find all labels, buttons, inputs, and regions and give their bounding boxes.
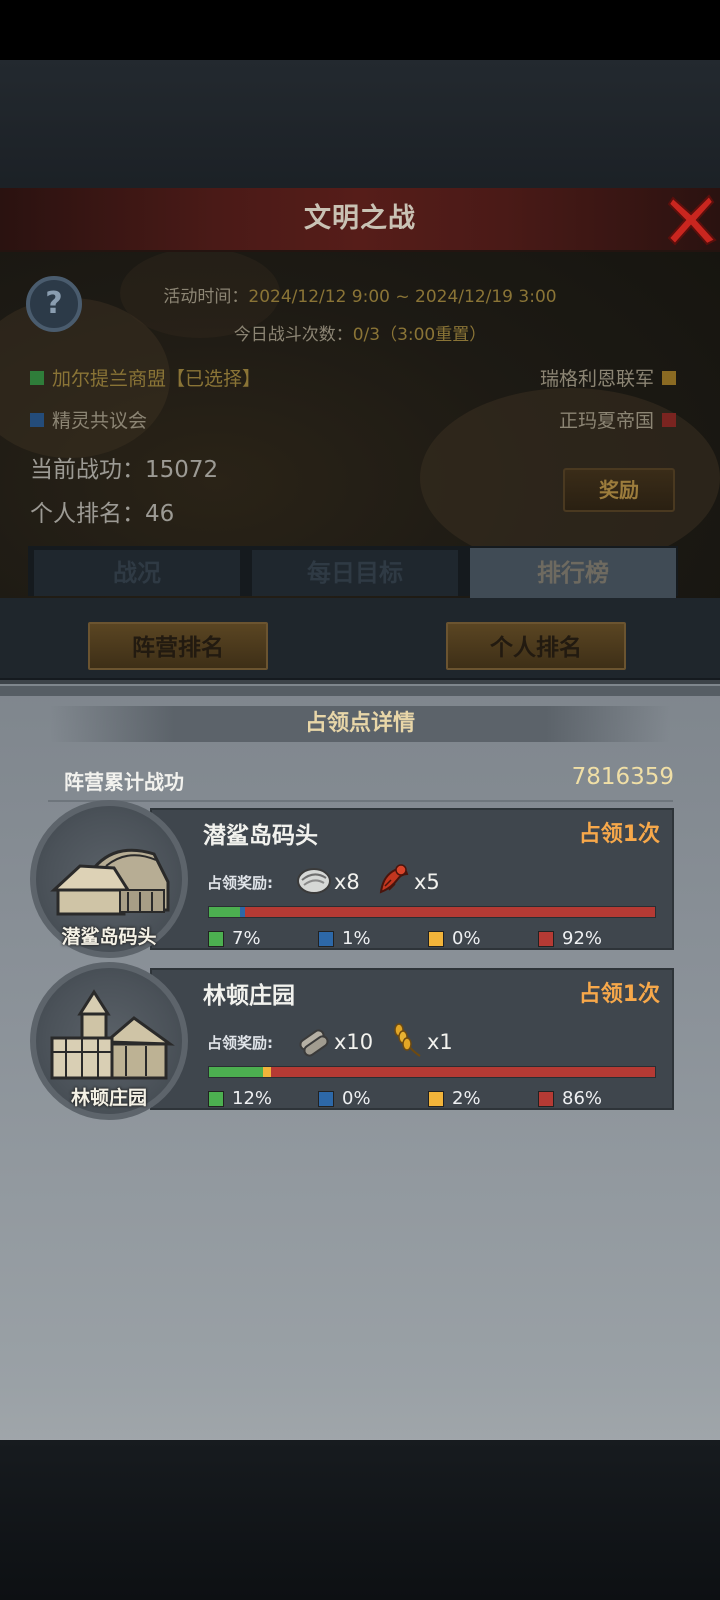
occupation-share-bar: [208, 1066, 656, 1078]
faction-color-swatch: [30, 370, 44, 385]
close-icon[interactable]: [667, 192, 717, 246]
share-segment: [271, 1067, 655, 1077]
lobster-icon: [379, 864, 409, 894]
tab-battle-status[interactable]: 战况: [34, 550, 240, 596]
tab-daily-goals[interactable]: 每日目标: [252, 550, 458, 596]
share-percent: 86%: [562, 1088, 603, 1109]
share-legend-item: 92%: [538, 928, 602, 949]
reward-qty: x8: [334, 870, 360, 894]
window-title: 文明之战: [304, 203, 416, 234]
event-time-label: 活动时间：: [163, 287, 249, 307]
current-merit-value: 15072: [145, 457, 219, 483]
share-percent: 0%: [452, 928, 481, 949]
current-merit: 当前战功：15072: [30, 450, 218, 484]
battle-count: 今日战斗次数：0/3（3:00重置）: [0, 320, 720, 345]
occupation-count: 占领1次: [578, 822, 660, 847]
personal-rank-label: 个人排名：: [30, 501, 145, 527]
reward-button[interactable]: 奖励: [563, 468, 675, 512]
share-legend-item: 1%: [318, 928, 371, 949]
occupation-count: 占领1次: [578, 982, 660, 1007]
faction-color-swatch: [662, 370, 676, 385]
faction-3: 精灵共议会: [30, 406, 147, 433]
personal-ranking-button[interactable]: 个人排名: [446, 622, 626, 670]
faction-name: 正玛夏帝国: [558, 410, 654, 432]
faction-1: 加尔提兰商盟【已选择】: [30, 364, 261, 391]
event-time-value: 2024/12/12 9:00 ~ 2024/12/19 3:00: [248, 287, 557, 307]
faction-color-swatch: [318, 930, 334, 947]
faction-name: 瑞格利恩联军: [539, 368, 654, 390]
reward-qty: x1: [427, 1030, 453, 1054]
popup-title: 占领点详情: [50, 706, 670, 742]
faction-ranking-button[interactable]: 阵营排名: [88, 622, 268, 670]
share-segment: [209, 907, 241, 917]
faction-color-swatch: [428, 930, 444, 947]
faction-color-swatch: [318, 1090, 334, 1107]
faction-color-swatch: [662, 412, 676, 427]
reward-label: 占领奖励:: [207, 1034, 273, 1052]
battle-count-label: 今日战斗次数：: [233, 325, 353, 345]
faction-total-merit-value: 7816359: [571, 764, 674, 790]
tab-leaderboard[interactable]: 排行榜: [470, 548, 676, 598]
share-percent: 2%: [452, 1088, 481, 1109]
cloth-roll-icon: [299, 1029, 329, 1057]
faction-name: 加尔提兰商盟【已选择】: [52, 368, 262, 390]
personal-rank-value: 46: [145, 501, 175, 527]
faction-name: 精灵共议会: [52, 410, 148, 432]
point-name: 林顿庄园: [203, 983, 295, 1009]
share-percent: 92%: [562, 928, 603, 949]
share-segment: [262, 1067, 272, 1077]
point-name: 潜鲨岛码头: [203, 823, 318, 849]
battle-count-value: 0/3（3:00重置）: [352, 325, 487, 345]
share-segment: [209, 1067, 263, 1077]
share-percent: 0%: [342, 1088, 371, 1109]
faction-color-swatch: [208, 930, 224, 947]
oyster-icon: [297, 868, 331, 894]
share-percent: 1%: [342, 928, 371, 949]
faction-4: 正玛夏帝国: [559, 406, 676, 433]
faction-color-swatch: [538, 930, 554, 947]
share-legend-item: 12%: [208, 1088, 272, 1109]
current-merit-label: 当前战功：: [30, 457, 145, 483]
emblem-label: 潜鲨岛码头: [61, 926, 157, 948]
event-time: 活动时间：2024/12/12 9:00 ~ 2024/12/19 3:00: [0, 282, 720, 307]
popup-frame: [0, 686, 720, 696]
wheat-icon: [394, 1023, 421, 1057]
reward-label: 占领奖励:: [207, 874, 273, 892]
faction-color-swatch: [538, 1090, 554, 1107]
share-segment: [244, 907, 655, 917]
emblem-label: 林顿庄园: [70, 1087, 147, 1109]
bottom-background: [0, 1440, 720, 1600]
faction-color-swatch: [428, 1090, 444, 1107]
reward-qty: x10: [334, 1030, 374, 1054]
personal-rank: 个人排名：46: [30, 494, 174, 528]
faction-color-swatch: [30, 412, 44, 427]
faction-total-merit-label: 阵营累计战功: [64, 770, 184, 794]
faction-2: 瑞格利恩联军: [540, 364, 676, 391]
share-legend-item: 7%: [208, 928, 261, 949]
occupation-share-bar: [208, 906, 656, 918]
share-legend-item: 2%: [428, 1088, 481, 1109]
faction-color-swatch: [208, 1090, 224, 1107]
share-percent: 12%: [232, 1088, 273, 1109]
share-percent: 7%: [232, 928, 261, 949]
share-legend-item: 86%: [538, 1088, 602, 1109]
share-legend-item: 0%: [318, 1088, 371, 1109]
status-bar: [0, 0, 720, 60]
share-legend-item: 0%: [428, 928, 481, 949]
reward-qty: x5: [414, 870, 440, 894]
divider: [48, 800, 673, 802]
